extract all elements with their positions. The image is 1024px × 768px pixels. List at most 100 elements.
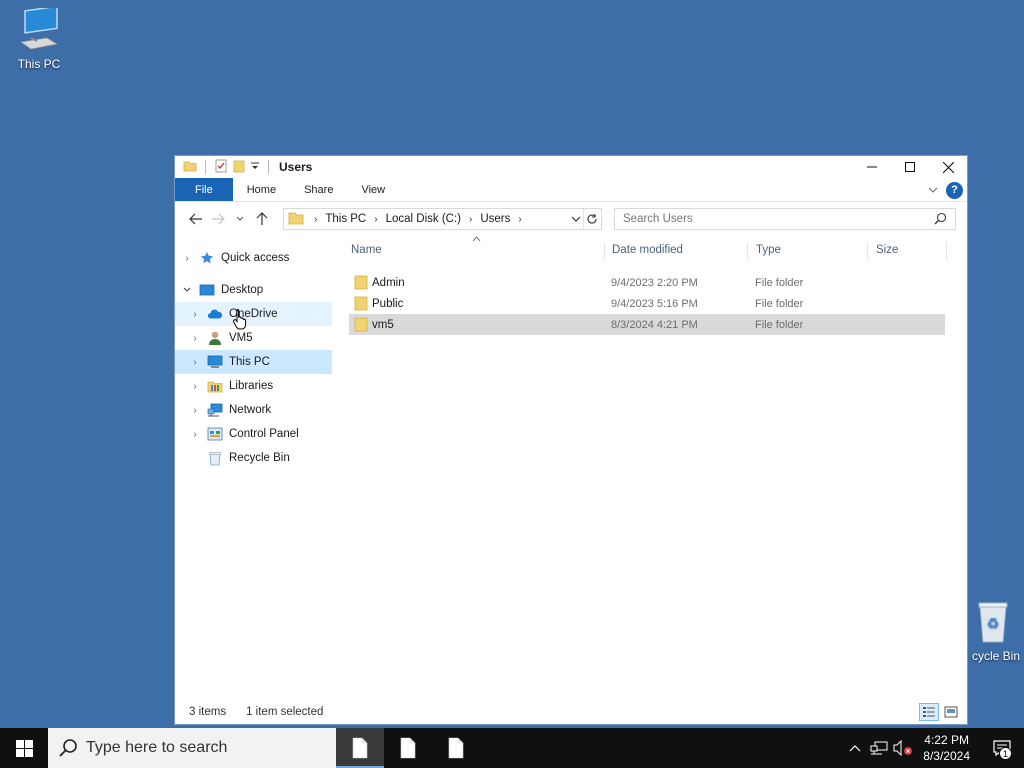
star-icon bbox=[199, 250, 215, 266]
tab-view[interactable]: View bbox=[347, 178, 399, 201]
search-input[interactable] bbox=[623, 213, 923, 225]
taskbar-app-explorer[interactable] bbox=[336, 728, 384, 768]
column-separator[interactable] bbox=[747, 242, 748, 260]
taskbar-app-document-2[interactable] bbox=[432, 728, 480, 768]
desktop-icon bbox=[199, 282, 215, 298]
chevron-down-icon bbox=[928, 187, 938, 193]
address-bar[interactable]: › This PC › Local Disk (C:) › Users › bbox=[283, 208, 602, 230]
breadcrumb-this-pc[interactable]: This PC bbox=[321, 213, 370, 225]
clock-date: 8/3/2024 bbox=[923, 749, 970, 763]
nav-item-control-panel[interactable]: › Control Panel bbox=[175, 422, 335, 446]
close-button[interactable] bbox=[929, 156, 967, 178]
back-button[interactable] bbox=[185, 208, 207, 230]
chevron-right-icon[interactable]: › bbox=[187, 357, 203, 368]
nav-item-label: Libraries bbox=[229, 380, 274, 392]
column-separator[interactable] bbox=[604, 242, 605, 260]
chevron-down-icon bbox=[571, 216, 581, 222]
breadcrumb-chevron-icon[interactable]: › bbox=[310, 214, 321, 225]
help-icon[interactable]: ? bbox=[946, 181, 963, 199]
chevron-right-icon[interactable]: › bbox=[187, 309, 203, 320]
file-row[interactable]: Public 9/4/2023 5:16 PM File folder bbox=[349, 293, 945, 314]
properties-icon[interactable] bbox=[214, 159, 228, 176]
chevron-right-icon[interactable]: › bbox=[187, 429, 203, 440]
breadcrumb-chevron-icon[interactable]: › bbox=[370, 214, 381, 225]
file-date: 9/4/2023 5:16 PM bbox=[611, 297, 698, 310]
column-separator[interactable] bbox=[867, 242, 868, 260]
arrow-up-icon bbox=[256, 212, 268, 225]
chevron-right-icon[interactable]: › bbox=[187, 381, 203, 392]
chevron-right-icon[interactable]: › bbox=[187, 333, 203, 344]
large-icons-view-button[interactable] bbox=[941, 703, 961, 721]
up-button[interactable] bbox=[251, 208, 273, 230]
title-bar[interactable]: Users bbox=[175, 156, 967, 178]
folder-icon bbox=[288, 210, 304, 229]
taskbar-search-input[interactable] bbox=[86, 739, 326, 757]
user-icon bbox=[207, 330, 223, 346]
file-name: Public bbox=[372, 297, 404, 310]
mouse-pointer-icon bbox=[232, 308, 248, 333]
desktop-icon-label: cycle Bin bbox=[971, 649, 1020, 663]
nav-item-quick-access[interactable]: › Quick access bbox=[175, 246, 335, 270]
nav-item-onedrive[interactable]: › OneDrive bbox=[175, 302, 332, 326]
volume-button[interactable] bbox=[891, 728, 915, 768]
nav-item-this-pc[interactable]: › This PC bbox=[175, 350, 332, 374]
file-name: Admin bbox=[372, 276, 405, 289]
system-tray: 4:22 PM 8/3/2024 1 bbox=[843, 728, 1024, 768]
details-view-icon bbox=[923, 707, 935, 717]
column-header-size[interactable]: Size bbox=[872, 238, 898, 262]
notifications-button[interactable]: 1 bbox=[980, 728, 1024, 768]
nav-item-recycle-bin[interactable]: Recycle Bin bbox=[175, 446, 335, 470]
breadcrumb-chevron-icon[interactable]: › bbox=[514, 214, 525, 225]
file-row-selected[interactable]: vm5 8/3/2024 4:21 PM File folder bbox=[349, 314, 945, 335]
nav-item-libraries[interactable]: › Libraries bbox=[175, 374, 335, 398]
taskbar-search[interactable] bbox=[48, 728, 336, 768]
show-hidden-icons-button[interactable] bbox=[843, 728, 867, 768]
nav-item-vm5[interactable]: › VM5 bbox=[175, 326, 335, 350]
file-type: File folder bbox=[755, 297, 804, 310]
chevron-right-icon[interactable]: › bbox=[187, 405, 203, 416]
nav-item-network[interactable]: › Network bbox=[175, 398, 335, 422]
search-box[interactable] bbox=[614, 208, 956, 230]
volume-muted-icon bbox=[893, 740, 913, 756]
library-icon bbox=[207, 378, 223, 394]
recent-locations-button[interactable] bbox=[229, 208, 251, 230]
column-header-type[interactable]: Type bbox=[752, 238, 781, 262]
chevron-down-icon[interactable] bbox=[179, 287, 195, 293]
nav-item-label: Control Panel bbox=[229, 428, 299, 440]
column-header-name[interactable]: Name bbox=[347, 238, 382, 262]
refresh-button[interactable] bbox=[583, 209, 599, 229]
new-folder-icon[interactable] bbox=[232, 159, 246, 176]
chevron-right-icon[interactable]: › bbox=[179, 253, 195, 264]
tab-home[interactable]: Home bbox=[233, 178, 290, 201]
column-header-date-modified[interactable]: Date modified bbox=[608, 238, 683, 262]
forward-button[interactable] bbox=[207, 208, 229, 230]
maximize-button[interactable] bbox=[891, 156, 929, 178]
cloud-icon bbox=[207, 306, 223, 322]
close-icon bbox=[942, 161, 954, 173]
ribbon-right-controls: ? bbox=[928, 180, 963, 200]
search-icon[interactable] bbox=[934, 212, 947, 228]
nav-item-desktop[interactable]: Desktop bbox=[175, 278, 335, 302]
desktop-icon-this-pc[interactable]: This PC bbox=[3, 5, 75, 71]
window-controls bbox=[853, 156, 967, 178]
expand-ribbon-button[interactable] bbox=[928, 183, 938, 197]
minimize-button[interactable] bbox=[853, 156, 891, 178]
breadcrumb-chevron-icon[interactable]: › bbox=[465, 214, 476, 225]
details-view-button[interactable] bbox=[919, 703, 939, 721]
taskbar-app-document-1[interactable] bbox=[384, 728, 432, 768]
file-rows: Admin 9/4/2023 2:20 PM File folder Publi… bbox=[347, 272, 949, 335]
clock-time: 4:22 PM bbox=[924, 733, 969, 747]
network-status-button[interactable] bbox=[867, 728, 891, 768]
breadcrumb-local-disk[interactable]: Local Disk (C:) bbox=[382, 213, 465, 225]
tab-share[interactable]: Share bbox=[290, 178, 347, 201]
file-row[interactable]: Admin 9/4/2023 2:20 PM File folder bbox=[349, 272, 945, 293]
customize-toolbar-icon[interactable] bbox=[250, 160, 260, 175]
breadcrumb-users[interactable]: Users bbox=[476, 213, 514, 225]
tab-file[interactable]: File bbox=[175, 178, 233, 201]
folder-icon bbox=[354, 275, 368, 293]
column-separator[interactable] bbox=[946, 242, 947, 260]
address-dropdown-button[interactable] bbox=[571, 209, 581, 229]
start-button[interactable] bbox=[0, 728, 48, 768]
taskbar-clock[interactable]: 4:22 PM 8/3/2024 bbox=[915, 732, 980, 764]
quick-access-toolbar bbox=[183, 159, 273, 176]
